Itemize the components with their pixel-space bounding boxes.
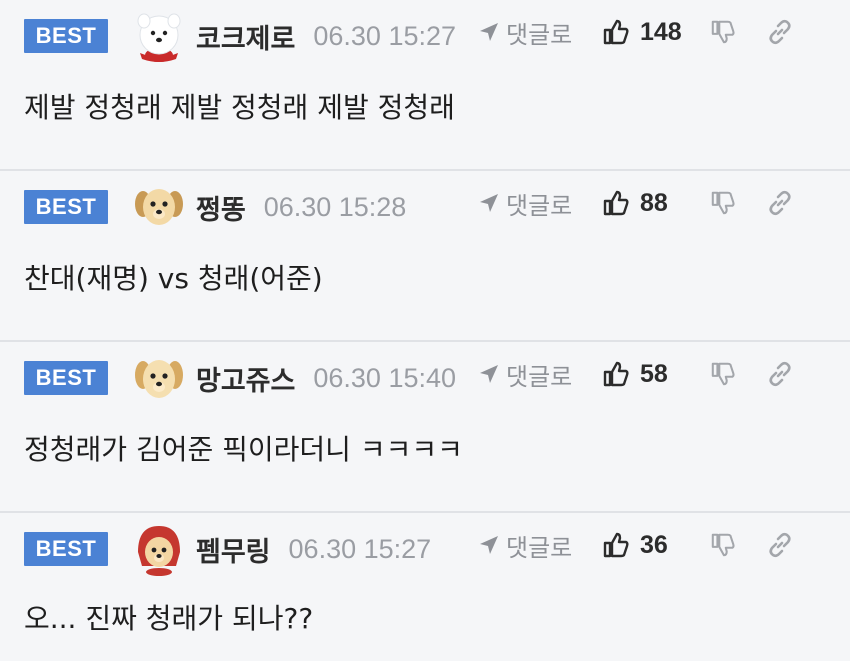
reply-button[interactable]: 댓글로 [478, 185, 572, 221]
like-button[interactable]: 88 [602, 183, 668, 223]
thumbs-down-icon [711, 533, 735, 557]
reply-label: 댓글로 [506, 533, 573, 562]
share-link-button[interactable] [766, 14, 794, 50]
like-count: 88 [640, 188, 668, 217]
like-button[interactable]: 58 [602, 354, 668, 394]
golden-puppy-icon [135, 360, 183, 398]
reply-button[interactable]: 댓글로 [478, 14, 572, 50]
nickname[interactable]: 망고쥬스 [196, 359, 295, 398]
comment-item: BEST 쩡똥 06.30 15:28 댓글로 88 찬대(재명) vs 청래(… [0, 171, 850, 342]
avatar[interactable] [132, 180, 186, 234]
comment-meta: BEST 펨무링 06.30 15:27 [24, 522, 826, 576]
timestamp: 06.30 15:27 [313, 20, 457, 51]
send-arrow-icon [480, 365, 498, 383]
link-icon [769, 190, 791, 216]
reply-button[interactable]: 댓글로 [478, 527, 572, 563]
comment-meta: BEST 쩡똥 06.30 15:28 [24, 183, 826, 231]
thumbs-up-icon [603, 532, 629, 558]
comment-meta: BEST 코크제로 06.30 15:27 [24, 9, 826, 63]
comment-body: 정청래가 김어준 픽이라더니 ㅋㅋㅋㅋ [24, 433, 463, 466]
share-link-button[interactable] [766, 185, 794, 221]
reply-label: 댓글로 [506, 20, 573, 49]
best-badge: BEST [24, 532, 108, 566]
send-arrow-icon [480, 194, 498, 212]
comment-item: BEST 펨무링 06.30 15:27 댓글로 36 오... 진짜 청래가 … [0, 513, 850, 661]
share-link-button[interactable] [766, 527, 794, 563]
nickname[interactable]: 코크제로 [196, 17, 295, 56]
like-button[interactable]: 36 [602, 525, 668, 565]
reply-label: 댓글로 [506, 191, 573, 220]
thumbs-down-icon [711, 362, 735, 386]
golden-puppy-icon [135, 189, 183, 225]
dislike-button[interactable] [710, 14, 736, 50]
comment-item: BEST 코크제로 06.30 15:27 댓글로 148 제발 정청래 제발 … [0, 0, 850, 171]
comment-meta: BEST 망고쥬스 06.30 15:40 [24, 354, 826, 402]
link-icon [769, 532, 791, 558]
like-count: 58 [640, 359, 668, 388]
link-icon [769, 361, 791, 387]
thumbs-up-icon [603, 19, 629, 45]
reply-button[interactable]: 댓글로 [478, 356, 572, 392]
comment-item: BEST 망고쥬스 06.30 15:40 댓글로 58 정청래가 김어준 픽이… [0, 342, 850, 513]
comment-body: 제발 정청래 제발 정청래 제발 정청래 [24, 91, 455, 124]
timestamp: 06.30 15:28 [263, 191, 407, 222]
best-badge: BEST [24, 19, 108, 53]
comment-body: 오... 진짜 청래가 되나?? [24, 602, 314, 635]
nickname[interactable]: 쩡똥 [196, 188, 246, 227]
hooded-puppy-icon [138, 526, 180, 576]
avatar[interactable] [132, 351, 186, 405]
send-arrow-icon [480, 536, 498, 554]
thumbs-down-icon [711, 191, 735, 215]
nickname[interactable]: 펨무링 [196, 530, 271, 569]
thumbs-up-icon [603, 361, 629, 387]
link-icon [769, 19, 791, 45]
dislike-button[interactable] [710, 356, 736, 392]
like-count: 36 [640, 530, 668, 559]
thumbs-up-icon [603, 190, 629, 216]
dislike-button[interactable] [710, 527, 736, 563]
timestamp: 06.30 15:40 [313, 362, 457, 393]
like-button[interactable]: 148 [602, 12, 682, 52]
white-dog-icon [137, 13, 181, 62]
share-link-button[interactable] [766, 356, 794, 392]
dislike-button[interactable] [710, 185, 736, 221]
comment-body: 찬대(재명) vs 청래(어준) [24, 262, 323, 295]
comment-list: BEST 코크제로 06.30 15:27 댓글로 148 제발 정청래 제발 … [0, 0, 850, 661]
thumbs-down-icon [711, 20, 735, 44]
send-arrow-icon [480, 23, 498, 41]
best-badge: BEST [24, 361, 108, 395]
avatar[interactable] [132, 9, 186, 63]
timestamp: 06.30 15:27 [288, 533, 432, 564]
avatar[interactable] [132, 522, 186, 576]
reply-label: 댓글로 [506, 362, 573, 391]
like-count: 148 [640, 17, 682, 46]
best-badge: BEST [24, 190, 108, 224]
